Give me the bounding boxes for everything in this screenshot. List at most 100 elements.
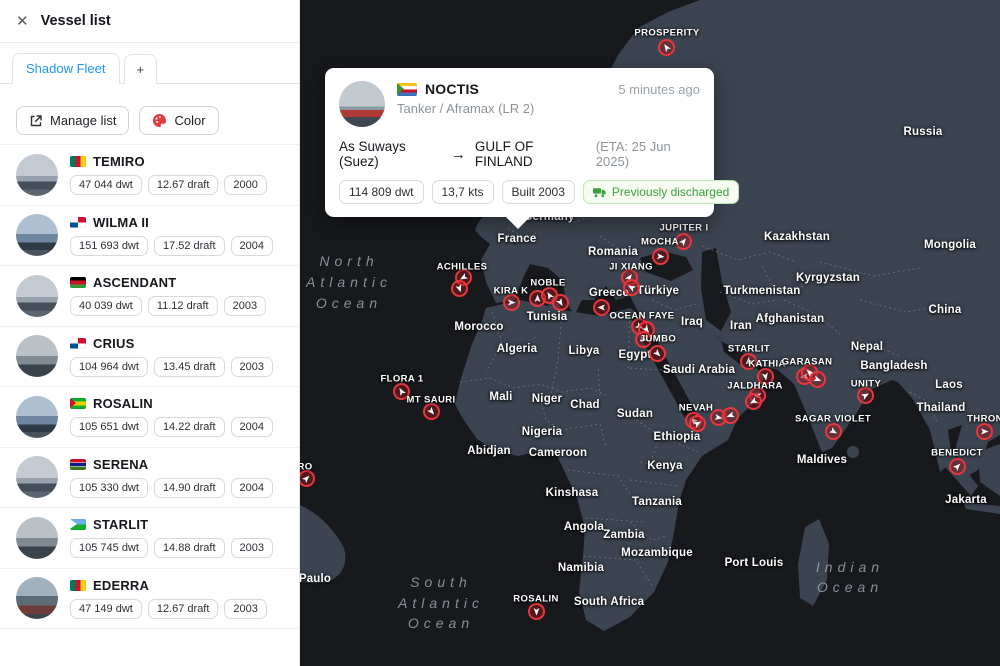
map-vessel-label: KIRA K [494, 286, 529, 297]
vessel-dwt-badge: 40 039 dwt [70, 296, 142, 316]
vessel-photo [16, 214, 58, 256]
vessel-row[interactable]: SERENA105 330 dwt14.90 draft2004 [0, 448, 299, 509]
vessel-year-badge: 2004 [231, 236, 273, 256]
manage-list-button[interactable]: Manage list [16, 106, 129, 135]
vessel-marker[interactable] [949, 458, 966, 475]
map-vessel-label: JI XIANG [609, 262, 653, 273]
panel-title: Vessel list [41, 13, 111, 29]
vessel-marker[interactable] [825, 423, 842, 440]
geo-label: Romania [588, 246, 638, 258]
geo-label: Namibia [558, 562, 604, 574]
vessel-year-badge: 2003 [231, 357, 273, 377]
vessel-name: ASCENDANT [93, 275, 176, 290]
vessel-year-badge: 2003 [231, 538, 273, 558]
map-vessel-label: GARASAN [782, 357, 833, 368]
vessel-marker[interactable] [809, 371, 826, 388]
popup-eta: (ETA: 25 Jun 2025) [596, 139, 700, 169]
vessel-marker[interactable] [552, 294, 569, 311]
tab-shadow-fleet[interactable]: Shadow Fleet [12, 53, 120, 84]
geo-label: Port Louis [725, 557, 784, 569]
vessel-row[interactable]: TEMIRO47 044 dwt12.67 draft2000 [0, 145, 299, 206]
list-actions: Manage list Color [0, 84, 299, 144]
vessel-photo [16, 577, 58, 619]
vessel-flag-djibouti-icon [70, 519, 86, 530]
geo-label: Turkmenistan [724, 285, 801, 297]
vessel-draft-badge: 13.45 draft [154, 357, 225, 377]
vessel-row[interactable]: ASCENDANT 40 039 dwt 11.12 draft 2003 [0, 266, 299, 327]
ocean-label: Ocean [316, 295, 382, 311]
close-icon[interactable]: ✕ [16, 14, 29, 29]
map-vessel-label: STARLIT [728, 344, 770, 355]
map-vessel-label: BENEDICT [931, 448, 983, 459]
vessel-name: STARLIT [93, 517, 148, 532]
geo-label: Libya [568, 345, 599, 357]
map-vessel-label: PROSPERITY [634, 28, 699, 39]
vessel-row[interactable]: WILMA II151 693 dwt17.52 draft2004 [0, 206, 299, 267]
geo-label: Cameroon [529, 447, 587, 459]
geo-label: Mongolia [924, 239, 976, 251]
add-fleet-tab[interactable]: + [124, 54, 158, 84]
vessel-name: ROSALIN [93, 396, 153, 411]
geo-label: South Africa [574, 596, 644, 608]
geo-label: Paulo [300, 573, 331, 585]
vessel-flag-malawi-icon [70, 277, 86, 288]
map-vessel-label: OCEAN FAYE [610, 311, 675, 322]
vessel-name: EDERRA [93, 578, 149, 593]
vessel-marker[interactable] [722, 407, 739, 424]
vessel-row[interactable]: CRIUS104 964 dwt13.45 draft2003 [0, 327, 299, 388]
geo-label: Thailand [917, 402, 966, 414]
geo-label: Jakarta [945, 494, 987, 506]
vessel-photo [16, 456, 58, 498]
vessel-marker[interactable] [658, 39, 675, 56]
ocean-label: Ocean [817, 579, 883, 595]
vessel-photo [16, 335, 58, 377]
popup-badges: 114 809 dwt13,7 ktsBuilt 2003Previously … [339, 180, 700, 204]
vessel-dwt-badge: 47 149 dwt [70, 599, 142, 619]
geo-label: Kazakhstan [764, 231, 830, 243]
map-vessel-label: FLORA 1 [380, 374, 423, 385]
vessel-marker[interactable] [593, 299, 610, 316]
vessel-row[interactable]: EDERRA47 149 dwt12.67 draft2003 [0, 569, 299, 630]
geo-label: Kenya [647, 460, 683, 472]
vessel-marker[interactable] [451, 280, 468, 297]
geo-label: Algeria [497, 343, 537, 355]
geo-label: Afghanistan [756, 313, 825, 325]
vessel-marker[interactable] [689, 415, 706, 432]
vessel-marker[interactable] [623, 279, 640, 296]
vessel-row[interactable]: ROSALIN105 651 dwt14.22 draft2004 [0, 387, 299, 448]
geo-label: Russia [904, 126, 943, 138]
vessel-draft-badge: 11.12 draft [148, 296, 218, 316]
map-vessel-label: NOBLE [530, 278, 565, 289]
geo-label: Angola [564, 521, 604, 533]
popup-vessel-name: NOCTIS [425, 81, 610, 97]
geo-label: Türkiye [637, 285, 679, 297]
vessel-marker[interactable] [528, 603, 545, 620]
geo-label: Tunisia [527, 311, 568, 323]
ocean-label: North [319, 253, 378, 269]
previously-discharged-badge: Previously discharged [583, 180, 739, 204]
map-vessel-label: JUPITER I [660, 223, 709, 234]
panel-header: ✕ Vessel list [0, 0, 299, 43]
geo-label: Egypt [619, 349, 652, 361]
geo-label: Chad [570, 399, 600, 411]
color-button[interactable]: Color [139, 106, 218, 135]
vessel-row[interactable]: STARLIT105 745 dwt14.88 draft2003 [0, 508, 299, 569]
geo-label: Saudi Arabia [663, 364, 735, 376]
vessel-name: WILMA II [93, 215, 149, 230]
geo-label: Ethiopia [654, 431, 701, 443]
vessel-dwt-badge: 105 651 dwt [70, 417, 148, 437]
vessel-dwt-badge: 151 693 dwt [70, 236, 148, 256]
vessel-marker[interactable] [745, 393, 762, 410]
vessel-flag-cameroon-icon [70, 156, 86, 167]
palette-icon [152, 113, 167, 128]
map-vessel-label: SAGAR VIOLET [795, 414, 871, 425]
vessel-marker[interactable] [652, 248, 669, 265]
vessel-year-badge: 2003 [224, 296, 266, 316]
vessel-popup-card[interactable]: NOCTIS 5 minutes ago Tanker / Aframax (L… [325, 68, 714, 217]
vessel-flag-panama-icon [70, 217, 86, 228]
vessel-marker[interactable] [649, 345, 666, 362]
geo-label: Abidjan [467, 445, 511, 457]
world-map[interactable]: RussiaIrelandGermanyBelarusFranceRomania… [300, 0, 1000, 666]
vessel-marker[interactable] [976, 423, 993, 440]
route-arrow-icon: → [451, 146, 466, 163]
